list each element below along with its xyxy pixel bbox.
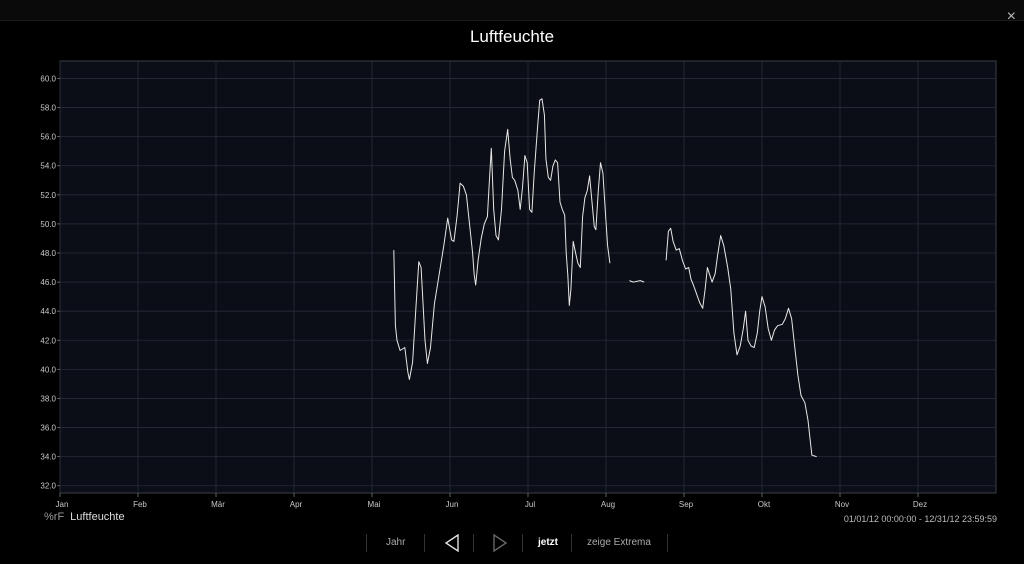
x-tick-label: Jul	[525, 500, 535, 509]
show-extrema-button[interactable]: zeige Extrema	[587, 533, 651, 553]
x-tick-label: Feb	[133, 500, 147, 509]
x-tick-label: Okt	[758, 500, 771, 509]
y-tick-label: 56.0	[40, 133, 56, 142]
next-arrow-icon[interactable]	[492, 533, 508, 553]
x-tick-label: Jan	[56, 500, 69, 509]
humidity-chart: 32.0 34.0 36.0 38.0 40.0 42.0 44.0 46.0 48.0 50.0…	[40, 60, 997, 509]
y-tick-label: 44.0	[40, 307, 56, 316]
legend-unit: %rF	[44, 511, 65, 523]
y-tick-label: 42.0	[40, 336, 56, 345]
legend-series-name: Luftfeuchte	[70, 511, 125, 523]
y-axis: 32.0 34.0 36.0 38.0 40.0 42.0 44.0 46.0 48.0 50.0…	[40, 74, 60, 491]
y-tick-label: 40.0	[40, 365, 56, 374]
x-tick-label: Jun	[446, 500, 459, 509]
y-tick-label: 46.0	[40, 278, 56, 287]
x-tick-label: Aug	[601, 500, 615, 509]
y-tick-label: 48.0	[40, 249, 56, 258]
now-button[interactable]: jetzt	[538, 533, 558, 553]
toolbar-separator	[424, 534, 425, 552]
toolbar-separator	[473, 534, 474, 552]
x-tick-label: Dez	[913, 500, 927, 509]
x-tick-label: Mär	[211, 500, 225, 509]
legend: %rF Luftfeuchte	[44, 511, 125, 523]
x-tick-label: Nov	[835, 500, 849, 509]
x-axis: Jan Feb Mär Apr Mai Jun Jul Aug Sep Okt Nov Dez	[56, 493, 927, 509]
toolbar-separator	[522, 534, 523, 552]
previous-arrow-icon[interactable]	[444, 533, 460, 553]
y-tick-label: 50.0	[40, 220, 56, 229]
y-tick-label: 36.0	[40, 424, 56, 433]
y-tick-label: 38.0	[40, 394, 56, 403]
toolbar-separator	[366, 534, 367, 552]
time-range-label: 01/01/12 00:00:00 - 12/31/12 23:59:59	[843, 514, 997, 524]
toolbar-separator	[667, 534, 668, 552]
y-tick-label: 34.0	[40, 453, 56, 462]
y-tick-label: 52.0	[40, 191, 56, 200]
chart-modal: Luftfeuchte × 32.0 34.0 36.0 38.0 40.0 42.0 44…	[0, 0, 1024, 564]
x-tick-label: Sep	[679, 500, 694, 509]
y-tick-label: 54.0	[40, 162, 56, 171]
y-tick-label: 60.0	[40, 74, 56, 83]
chart-toolbar: Jahr jetzt zeige Extrema	[0, 533, 1024, 553]
toolbar-separator	[571, 534, 572, 552]
y-tick-label: 58.0	[40, 104, 56, 113]
y-tick-label: 32.0	[40, 482, 56, 491]
x-tick-label: Mai	[368, 500, 381, 509]
year-button[interactable]: Jahr	[386, 533, 405, 553]
x-tick-label: Apr	[290, 500, 303, 509]
